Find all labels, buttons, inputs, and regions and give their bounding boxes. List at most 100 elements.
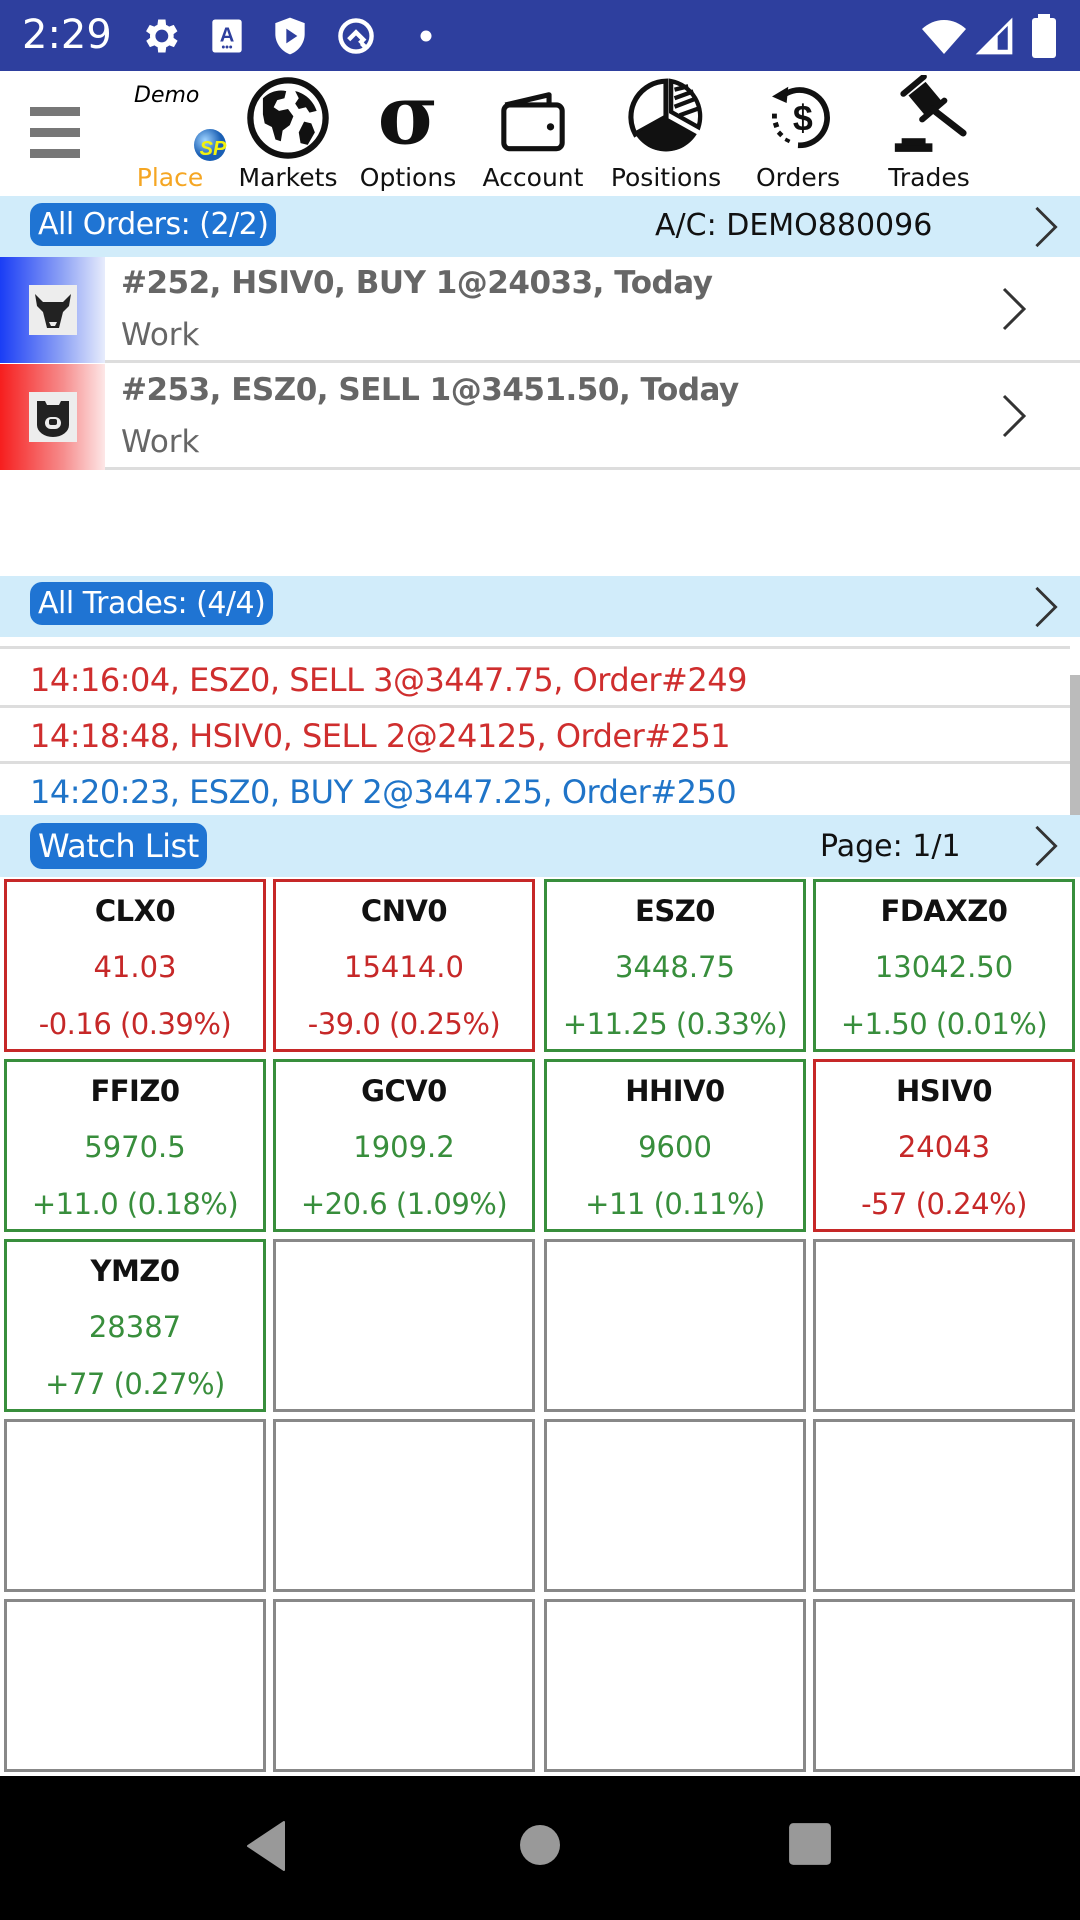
trade-row[interactable]: 14:18:48, HSIV0, SELL 2@24125, Order#251 bbox=[0, 708, 1070, 764]
trade-row[interactable]: 14:20:23, ESZ0, BUY 2@3447.25, Order#250 bbox=[0, 764, 1070, 815]
recents-icon[interactable] bbox=[787, 1821, 833, 1867]
watchlist-cell[interactable]: FFIZ0 5970.5 +11.0 (0.18%) bbox=[4, 1059, 266, 1232]
watchlist-cell-empty[interactable] bbox=[544, 1599, 806, 1772]
chevron-right-icon[interactable] bbox=[1000, 285, 1028, 333]
watchlist-cell-empty[interactable] bbox=[544, 1419, 806, 1592]
price-change: -0.16 (0.39%) bbox=[38, 1007, 232, 1041]
price-change: +1.50 (0.01%) bbox=[840, 1007, 1048, 1041]
chevron-right-icon[interactable] bbox=[1000, 392, 1028, 440]
last-price: 15414.0 bbox=[344, 950, 464, 984]
orders-count-badge[interactable]: All Orders: (2/2) bbox=[30, 203, 277, 246]
svg-text:σ: σ bbox=[378, 75, 439, 155]
watchlist-cell-empty[interactable] bbox=[4, 1419, 266, 1592]
hamburger-line bbox=[30, 128, 80, 137]
price-change: -57 (0.24%) bbox=[861, 1187, 1027, 1221]
tab-positions-label: Positions bbox=[610, 163, 722, 192]
watchlist-cell-empty[interactable] bbox=[273, 1599, 535, 1772]
account-id: A/C: DEMO880096 bbox=[655, 208, 933, 243]
trades-header[interactable]: All Trades: (4/4) bbox=[0, 576, 1080, 637]
trades-list[interactable]: 14:16:04, ESZ0, SELL 3@3447.75, Order#24… bbox=[0, 637, 1080, 815]
trades-scrollbar[interactable] bbox=[1070, 675, 1080, 815]
menu-button[interactable] bbox=[30, 107, 80, 163]
trades-count-badge[interactable]: All Trades: (4/4) bbox=[30, 582, 274, 625]
watchlist-header[interactable]: Watch List Page: 1/1 bbox=[0, 815, 1080, 877]
tab-trades-label: Trades bbox=[888, 163, 970, 192]
tab-trades[interactable]: Trades bbox=[878, 71, 980, 196]
bull-icon bbox=[29, 285, 77, 335]
tab-options-label: Options bbox=[359, 163, 457, 192]
gear-icon bbox=[146, 19, 178, 53]
demo-label: Demo bbox=[134, 83, 200, 108]
home-icon[interactable] bbox=[518, 1822, 562, 1868]
watchlist-cell[interactable]: YMZ0 28387 +77 (0.27%) bbox=[4, 1239, 266, 1412]
trade-row[interactable]: 14:16:04, ESZ0, SELL 3@3447.75, Order#24… bbox=[0, 652, 1070, 708]
watchlist-cell-empty[interactable] bbox=[813, 1419, 1075, 1592]
watchlist-cell[interactable]: CLX0 41.03 -0.16 (0.39%) bbox=[4, 879, 266, 1052]
battery-icon bbox=[1032, 14, 1056, 58]
watchlist-cell[interactable]: ESZ0 3448.75 +11.25 (0.33%) bbox=[544, 879, 806, 1052]
order-row[interactable]: #252, HSIV0, BUY 1@24033, Today Work bbox=[0, 257, 1080, 363]
status-bar: 2:29 A bbox=[0, 0, 1080, 71]
sp-logo-icon: SP bbox=[194, 129, 227, 161]
pie-chart-icon bbox=[628, 78, 703, 152]
hamburger-line bbox=[30, 107, 80, 116]
q-icon bbox=[338, 18, 374, 54]
tab-account[interactable]: Account bbox=[478, 71, 588, 196]
globe-icon bbox=[247, 77, 329, 159]
symbol-label: YMZ0 bbox=[90, 1254, 180, 1288]
tab-options[interactable]: σ Options bbox=[358, 71, 458, 196]
symbol-label: CLX0 bbox=[94, 894, 176, 928]
watchlist-cell-empty[interactable] bbox=[544, 1239, 806, 1412]
wifi-icon bbox=[922, 20, 966, 54]
symbol-label: GCV0 bbox=[361, 1074, 447, 1108]
order-status: Work bbox=[121, 317, 200, 353]
watchlist-cell-empty[interactable] bbox=[273, 1239, 535, 1412]
watchlist-cell-empty[interactable] bbox=[4, 1599, 266, 1772]
price-change: +77 (0.27%) bbox=[45, 1367, 225, 1401]
last-price: 28387 bbox=[88, 1310, 182, 1344]
orders-header[interactable]: All Orders: (2/2) A/C: DEMO880096 bbox=[0, 196, 1080, 257]
symbol-label: ESZ0 bbox=[635, 894, 715, 928]
navigation-bar bbox=[0, 1776, 1080, 1920]
watchlist-cell[interactable]: FDAXZ0 13042.50 +1.50 (0.01%) bbox=[813, 879, 1075, 1052]
tab-orders-label: Orders bbox=[755, 163, 841, 192]
hamburger-line bbox=[30, 149, 80, 158]
last-price: 5970.5 bbox=[84, 1130, 186, 1164]
watchlist-cell-empty[interactable] bbox=[273, 1419, 535, 1592]
price-change: +11.25 (0.33%) bbox=[562, 1007, 788, 1041]
last-price: 13042.50 bbox=[874, 950, 1014, 984]
status-time: 2:29 bbox=[22, 12, 112, 58]
svg-text:SP: SP bbox=[200, 138, 227, 160]
shield-play-icon bbox=[275, 17, 305, 55]
tab-markets[interactable]: Markets bbox=[236, 71, 340, 196]
dollar-history-icon: $ bbox=[772, 86, 830, 149]
chevron-right-icon[interactable] bbox=[1032, 584, 1060, 630]
watchlist-cell-empty[interactable] bbox=[813, 1599, 1075, 1772]
last-price: 9600 bbox=[638, 1130, 712, 1164]
order-row[interactable]: #253, ESZ0, SELL 1@3451.50, Today Work bbox=[0, 364, 1080, 470]
dot-icon bbox=[420, 30, 432, 42]
chevron-right-icon[interactable] bbox=[1032, 204, 1060, 250]
last-price: 3448.75 bbox=[615, 950, 735, 984]
tab-markets-label: Markets bbox=[238, 163, 338, 192]
watchlist-cell-empty[interactable] bbox=[813, 1239, 1075, 1412]
order-status: Work bbox=[121, 424, 200, 460]
chevron-right-icon[interactable] bbox=[1032, 823, 1060, 869]
watchlist-cell[interactable]: CNV0 15414.0 -39.0 (0.25%) bbox=[273, 879, 535, 1052]
trade-row[interactable] bbox=[0, 637, 1070, 649]
buy-indicator bbox=[0, 257, 105, 363]
symbol-label: FFIZ0 bbox=[90, 1074, 180, 1108]
back-icon[interactable] bbox=[244, 1820, 288, 1872]
tab-positions[interactable]: Positions bbox=[610, 71, 722, 196]
last-price: 41.03 bbox=[93, 950, 177, 984]
watchlist-cell[interactable]: HSIV0 24043 -57 (0.24%) bbox=[813, 1059, 1075, 1232]
watchlist-cell[interactable]: HHIV0 9600 +11 (0.11%) bbox=[544, 1059, 806, 1232]
order-summary: #252, HSIV0, BUY 1@24033, Today bbox=[121, 265, 713, 301]
tab-place[interactable]: Demo SP Place bbox=[120, 71, 227, 196]
tab-orders[interactable]: $ Orders bbox=[748, 71, 848, 196]
price-change: -39.0 (0.25%) bbox=[307, 1007, 501, 1041]
bear-icon bbox=[29, 392, 77, 442]
watchlist-badge[interactable]: Watch List bbox=[30, 823, 207, 869]
wallet-icon bbox=[501, 92, 565, 152]
watchlist-cell[interactable]: GCV0 1909.2 +20.6 (1.09%) bbox=[273, 1059, 535, 1232]
